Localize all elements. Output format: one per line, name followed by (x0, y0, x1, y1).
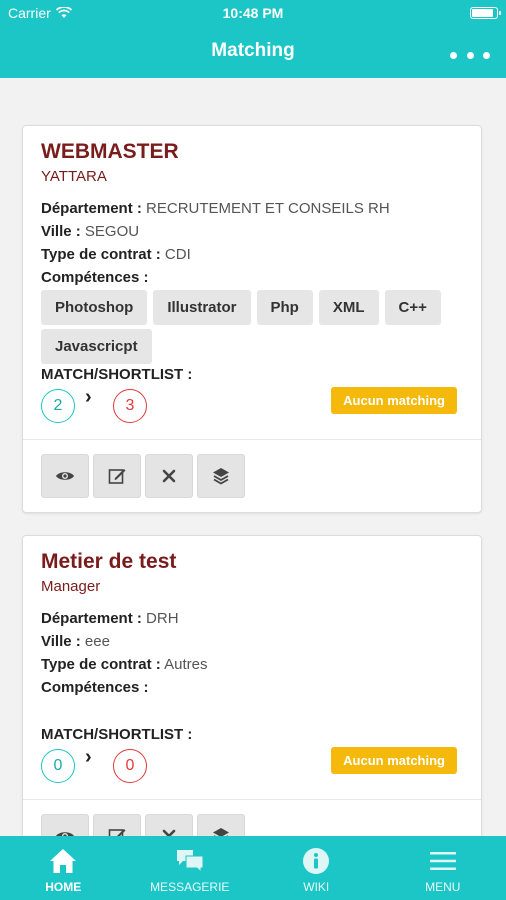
card-divider (23, 439, 481, 440)
city-row: Ville : eee (41, 633, 110, 650)
skill-chip: Javascricpt (41, 329, 152, 364)
skill-chip: C++ (384, 290, 441, 325)
layers-icon (213, 828, 229, 836)
chat-icon (175, 846, 205, 876)
layers-icon (213, 468, 229, 485)
tab-menu[interactable]: MENU (380, 836, 506, 900)
department-value: DRH (146, 610, 179, 627)
edit-button[interactable] (93, 814, 141, 836)
company-name: YATTARA (41, 168, 107, 185)
skill-chip: Photoshop (41, 290, 148, 325)
company-name: Manager (41, 578, 101, 595)
skills-label: Compétences : (41, 269, 149, 286)
home-icon (48, 846, 78, 876)
status-bar: Carrier 10:48 PM (0, 0, 506, 26)
edit-button[interactable] (93, 454, 141, 498)
job-card: Metier de test Manager Département : DRH… (22, 535, 482, 836)
view-button[interactable] (41, 454, 89, 498)
battery-icon (470, 7, 501, 19)
match-shortlist-label: MATCH/SHORTLIST : (41, 366, 193, 383)
department-label: Département : (41, 200, 142, 217)
close-icon (162, 829, 176, 836)
card-actions (41, 814, 245, 836)
layers-button[interactable] (197, 454, 245, 498)
page-title: Matching (211, 40, 295, 61)
tab-label: MESSAGERIE (150, 880, 230, 894)
edit-icon (108, 469, 126, 484)
eye-icon (56, 472, 74, 480)
department-value: RECRUTEMENT ET CONSEILS RH (146, 200, 390, 217)
match-count[interactable]: 0 (41, 749, 75, 783)
contract-label: Type de contrat : (41, 656, 161, 673)
tab-label: HOME (45, 880, 82, 894)
contract-value: CDI (164, 246, 191, 263)
city-value: eee (84, 633, 110, 650)
job-list[interactable]: WEBMASTER YATTARA Département : RECRUTEM… (0, 78, 506, 836)
dot-icon (466, 51, 474, 59)
menu-icon (428, 846, 458, 876)
skill-chip: Illustrator (153, 290, 251, 325)
contract-value: Autres (164, 656, 208, 673)
matching-status-badge: Aucun matching (331, 747, 457, 774)
matching-status-badge: Aucun matching (331, 387, 457, 414)
more-options-button[interactable] (450, 40, 490, 70)
view-button[interactable] (41, 814, 89, 836)
nav-bar: Matching (0, 26, 506, 78)
department-row: Département : DRH (41, 610, 179, 627)
delete-button[interactable] (145, 814, 193, 836)
contract-row: Type de contrat : CDI (41, 246, 191, 263)
contract-row: Type de contrat : Autres (41, 656, 207, 673)
shortlist-count[interactable]: 0 (113, 749, 147, 783)
card-divider (23, 799, 481, 800)
dot-icon (450, 51, 457, 59)
job-title: WEBMASTER (41, 140, 179, 163)
dot-icon (483, 51, 490, 59)
battery-level (472, 9, 493, 17)
clock: 10:48 PM (222, 5, 284, 21)
match-count[interactable]: 2 (41, 389, 75, 423)
tab-messagerie[interactable]: MESSAGERIE (127, 836, 254, 900)
skills-row: Compétences : (41, 679, 149, 696)
tab-label: MENU (425, 880, 461, 894)
city-label: Ville : (41, 633, 81, 650)
skills-list: Photoshop Illustrator Php XML C++ Javasc… (41, 290, 441, 364)
eye-icon (56, 832, 74, 836)
job-title: Metier de test (41, 550, 177, 573)
skill-chip: XML (318, 290, 379, 325)
department-row: Département : RECRUTEMENT ET CONSEILS RH (41, 200, 390, 217)
edit-icon (108, 829, 126, 836)
job-card: WEBMASTER YATTARA Département : RECRUTEM… (22, 125, 482, 513)
skill-chip: Php (256, 290, 313, 325)
match-shortlist-label: MATCH/SHORTLIST : (41, 726, 193, 743)
city-value: SEGOU (84, 223, 140, 240)
card-actions (41, 454, 245, 498)
department-label: Département : (41, 610, 142, 627)
chevron-right-icon: › (85, 386, 92, 408)
contract-label: Type de contrat : (41, 246, 161, 263)
info-icon (301, 846, 331, 876)
city-row: Ville : SEGOU (41, 223, 139, 240)
skills-label: Compétences : (41, 679, 149, 696)
tab-home[interactable]: HOME (0, 836, 127, 900)
layers-button[interactable] (197, 814, 245, 836)
tab-wiki[interactable]: WIKI (253, 836, 380, 900)
delete-button[interactable] (145, 454, 193, 498)
chevron-right-icon: › (85, 746, 92, 768)
tab-bar: HOME MESSAGERIE WIKI MENU (0, 836, 506, 900)
shortlist-count[interactable]: 3 (113, 389, 147, 423)
city-label: Ville : (41, 223, 81, 240)
tab-label: WIKI (303, 880, 330, 894)
skills-row: Compétences : (41, 269, 149, 286)
close-icon (162, 469, 176, 483)
